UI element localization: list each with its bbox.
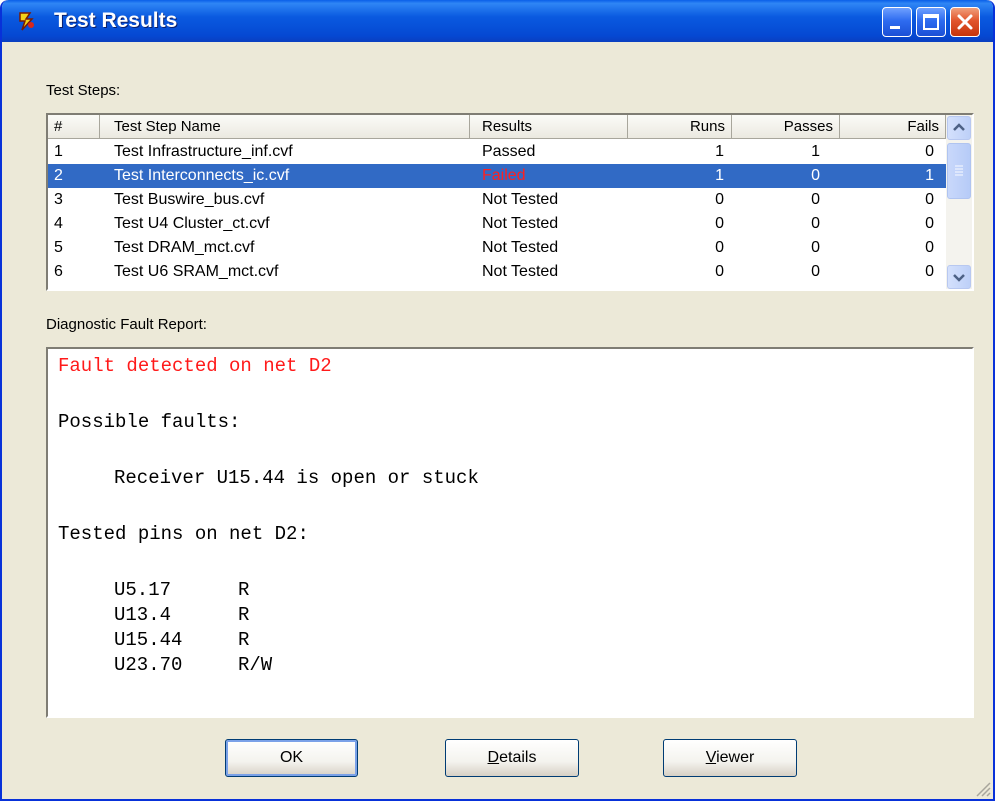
step-runs: 0 <box>715 191 724 208</box>
fault-detected-line: Fault detected on net D2 <box>58 355 332 377</box>
step-result: Not Tested <box>482 215 559 232</box>
step-passes: 0 <box>811 239 820 256</box>
ok-button-label: OK <box>279 749 304 766</box>
pin-direction: R <box>238 604 250 626</box>
close-icon <box>957 14 973 30</box>
maximize-icon <box>923 14 939 30</box>
pin-name: U23.70 <box>114 654 183 676</box>
step-name: Test Infrastructure_inf.cvf <box>114 143 293 160</box>
test-results-window: Test Results Test Steps: # Test Step Nam… <box>0 0 995 801</box>
step-passes: 0 <box>811 167 820 184</box>
step-fails: 0 <box>925 215 934 232</box>
viewer-button-label: iewer <box>716 749 755 766</box>
step-runs: 1 <box>715 167 724 184</box>
scroll-thumb[interactable] <box>947 143 971 199</box>
details-mnemonic: D <box>487 749 500 766</box>
step-number: 4 <box>54 215 63 232</box>
list-scrollbar[interactable] <box>946 115 972 289</box>
resize-grip-icon[interactable] <box>973 779 991 797</box>
list-header: # Test Step Name Results Runs Passes Fai… <box>48 115 946 139</box>
table-row-selected[interactable]: 2 Test Interconnects_ic.cvf Failed 1 0 1 <box>48 164 946 188</box>
diagnostic-report-label: Diagnostic Fault Report: <box>46 316 207 333</box>
step-result: Not Tested <box>482 191 559 208</box>
test-steps-list[interactable]: # Test Step Name Results Runs Passes Fai… <box>46 113 974 291</box>
details-button[interactable]: Details <box>445 739 579 777</box>
step-number: 1 <box>54 143 63 160</box>
scroll-down-button[interactable] <box>947 265 971 289</box>
minimize-button[interactable] <box>882 7 912 37</box>
pin-name: U15.44 <box>114 629 183 651</box>
possible-faults-heading: Possible faults: <box>58 411 241 433</box>
step-result: Not Tested <box>482 239 559 256</box>
title-bar[interactable]: Test Results <box>2 0 993 42</box>
column-header-number[interactable]: # <box>48 115 100 139</box>
step-name: Test U4 Cluster_ct.cvf <box>114 215 270 232</box>
scroll-up-button[interactable] <box>947 116 971 140</box>
viewer-button[interactable]: Viewer <box>663 739 797 777</box>
pin-direction: R <box>238 579 250 601</box>
window-title: Test Results <box>54 9 178 32</box>
possible-fault-item: Receiver U15.44 is open or stuck <box>114 467 479 489</box>
pin-name: U13.4 <box>114 604 172 626</box>
step-fails: 0 <box>925 263 934 280</box>
step-name: Test Interconnects_ic.cvf <box>114 167 290 184</box>
step-number: 2 <box>54 167 63 184</box>
table-row[interactable]: 6 Test U6 SRAM_mct.cvf Not Tested 0 0 0 <box>48 260 946 284</box>
column-header-runs[interactable]: Runs <box>628 115 732 139</box>
step-number: 6 <box>54 263 63 280</box>
diagnostic-fault-report[interactable]: Fault detected on net D2 Possible faults… <box>46 347 974 718</box>
step-number: 3 <box>54 191 63 208</box>
column-header-results[interactable]: Results <box>470 115 628 139</box>
column-header-name[interactable]: Test Step Name <box>100 115 470 139</box>
step-fails: 0 <box>925 191 934 208</box>
step-runs: 0 <box>715 263 724 280</box>
step-passes: 0 <box>811 191 820 208</box>
table-row[interactable]: 4 Test U4 Cluster_ct.cvf Not Tested 0 0 … <box>48 212 946 236</box>
step-fails: 1 <box>925 167 934 184</box>
tested-pins-heading: Tested pins on net D2: <box>58 523 309 545</box>
step-result-failed: Failed <box>482 167 526 184</box>
grip-icon <box>955 165 963 176</box>
step-passes: 1 <box>811 143 820 160</box>
column-header-passes[interactable]: Passes <box>732 115 840 139</box>
close-button[interactable] <box>950 7 980 37</box>
app-icon <box>19 12 34 31</box>
step-result: Not Tested <box>482 263 559 280</box>
step-fails: 0 <box>925 239 934 256</box>
step-runs: 1 <box>715 143 724 160</box>
step-name: Test U6 SRAM_mct.cvf <box>114 263 279 280</box>
step-name: Test DRAM_mct.cvf <box>114 239 255 256</box>
table-row[interactable]: 3 Test Buswire_bus.cvf Not Tested 0 0 0 <box>48 188 946 212</box>
pin-direction: R/W <box>238 654 273 676</box>
column-header-fails[interactable]: Fails <box>840 115 946 139</box>
chevron-down-icon <box>953 274 965 282</box>
step-runs: 0 <box>715 239 724 256</box>
chevron-up-icon <box>953 123 965 131</box>
maximize-button[interactable] <box>916 7 946 37</box>
table-row[interactable]: 5 Test DRAM_mct.cvf Not Tested 0 0 0 <box>48 236 946 260</box>
step-runs: 0 <box>715 215 724 232</box>
step-name: Test Buswire_bus.cvf <box>114 191 265 208</box>
step-result: Passed <box>482 143 536 160</box>
pin-name: U5.17 <box>114 579 172 601</box>
details-button-label: etails <box>499 749 537 766</box>
minimize-icon <box>890 26 900 29</box>
pin-direction: R <box>238 629 250 651</box>
test-steps-label: Test Steps: <box>46 82 121 99</box>
step-number: 5 <box>54 239 63 256</box>
step-fails: 0 <box>925 143 934 160</box>
table-row[interactable]: 1 Test Infrastructure_inf.cvf Passed 1 1… <box>48 140 946 164</box>
step-passes: 0 <box>811 215 820 232</box>
step-passes: 0 <box>811 263 820 280</box>
ok-button[interactable]: OK <box>225 739 358 777</box>
viewer-mnemonic: V <box>705 749 717 766</box>
